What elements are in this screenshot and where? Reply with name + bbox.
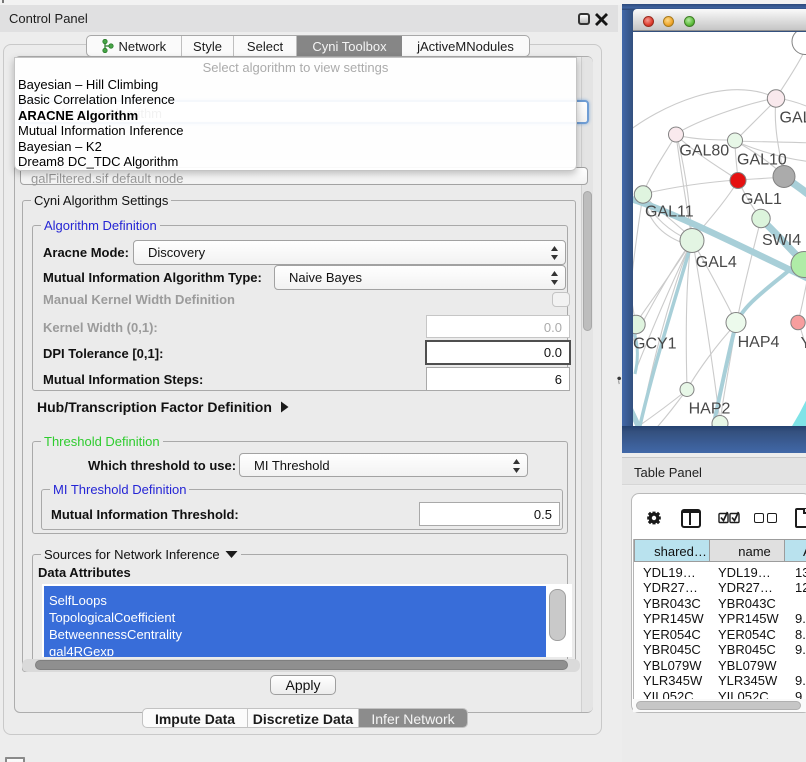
svg-text:GAL11: GAL11 (645, 203, 694, 220)
svg-text:GAL80: GAL80 (679, 143, 729, 160)
svg-text:HAP4: HAP4 (738, 334, 780, 351)
svg-text:GAL1: GAL1 (741, 191, 782, 208)
svg-text:GAL: GAL (780, 110, 806, 127)
svg-text:SWI4: SWI4 (762, 232, 801, 249)
svg-text:HAP2: HAP2 (689, 401, 731, 418)
svg-text:GAL10: GAL10 (737, 151, 787, 168)
svg-text:GAL4: GAL4 (696, 254, 737, 271)
svg-text:GCY1: GCY1 (633, 336, 677, 353)
svg-text:Y: Y (801, 335, 806, 352)
